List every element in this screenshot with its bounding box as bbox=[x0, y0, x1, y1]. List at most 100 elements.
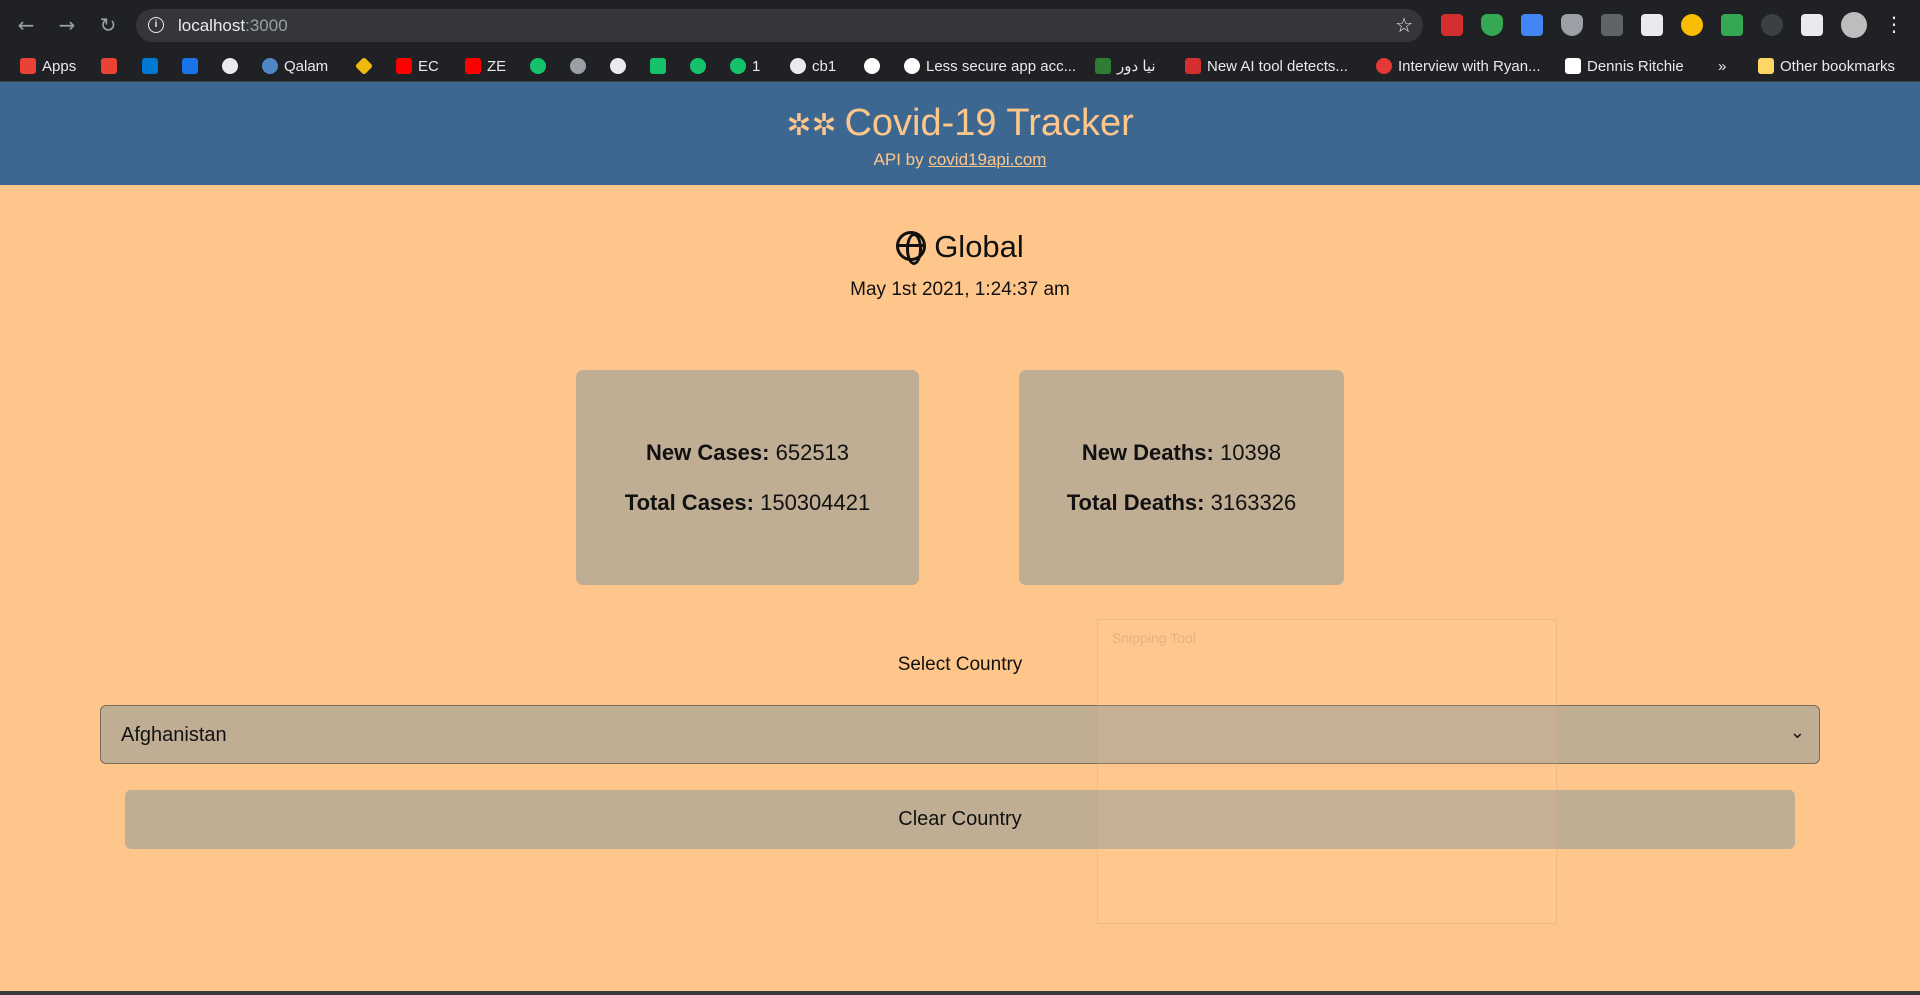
bookmark-interview[interactable]: Interview with Ryan... bbox=[1376, 56, 1541, 76]
back-icon[interactable]: ← bbox=[14, 13, 38, 37]
globe-icon bbox=[790, 58, 806, 74]
virus-icon: ✲✲ bbox=[786, 108, 837, 143]
bookmark-label: ZE bbox=[487, 57, 507, 75]
bookmark-label: نیا دور bbox=[1117, 58, 1156, 75]
deaths-card: New Deaths: 10398 Total Deaths: 3163326 bbox=[1019, 370, 1344, 585]
bookmarks-bar: Apps Qalam EC ZE 1 cb1 Less secure app a… bbox=[0, 50, 1920, 82]
grammarly-icon bbox=[730, 58, 746, 74]
api-credit-prefix: API by bbox=[873, 150, 929, 169]
extension-icon[interactable] bbox=[1761, 14, 1783, 36]
bookmark-terminal[interactable] bbox=[650, 56, 666, 76]
grammarly-icon bbox=[690, 58, 706, 74]
global-heading: Global bbox=[0, 229, 1920, 265]
extension-icon[interactable] bbox=[1721, 14, 1743, 36]
google-icon bbox=[904, 58, 920, 74]
new-deaths-value: 10398 bbox=[1219, 439, 1282, 465]
google-icon bbox=[864, 58, 880, 74]
bookmark-binance[interactable] bbox=[354, 56, 374, 76]
youtube-icon bbox=[465, 58, 481, 74]
bookmark-ze[interactable]: ZE bbox=[465, 56, 506, 76]
bookmark-fi[interactable] bbox=[530, 56, 546, 76]
app-header: ✲✲ Covid-19 Tracker API by covid19api.com bbox=[0, 82, 1920, 185]
wikipedia-icon bbox=[1565, 58, 1581, 74]
timestamp: May 1st 2021, 1:24:37 am bbox=[850, 279, 1070, 300]
bookmark-github[interactable] bbox=[610, 56, 626, 76]
bookmark-star-icon[interactable]: ☆ bbox=[1395, 13, 1413, 37]
gmail-icon bbox=[101, 58, 117, 74]
taskbar-edge bbox=[0, 991, 1920, 995]
bookmark-label: EC bbox=[418, 57, 439, 75]
bookmark-ec[interactable]: EC bbox=[396, 56, 439, 76]
total-deaths-label: Total Deaths: bbox=[1066, 489, 1205, 515]
select-country-label: Select Country bbox=[897, 654, 1023, 675]
extension-icon[interactable] bbox=[1441, 14, 1463, 36]
bookmark-label: Apps bbox=[42, 57, 77, 75]
bookmark-label: Less secure app acc... bbox=[926, 57, 1077, 75]
outlook-icon bbox=[142, 58, 158, 74]
bookmark-site[interactable] bbox=[570, 56, 586, 76]
bookmark-label: cb1 bbox=[812, 57, 837, 75]
puzzle-icon[interactable] bbox=[1801, 14, 1823, 36]
cases-card: New Cases: 652513 Total Cases: 150304421 bbox=[576, 370, 919, 585]
bookmark-apps[interactable]: Apps bbox=[20, 56, 76, 76]
bookmark-other[interactable]: Other bookmarks bbox=[1758, 56, 1895, 76]
shield-extension-icon[interactable] bbox=[1561, 14, 1583, 36]
snipping-tool-overlay: Snipping Tool bbox=[1097, 619, 1557, 924]
site-icon bbox=[182, 58, 198, 74]
shield-extension-icon[interactable] bbox=[1481, 14, 1503, 36]
new-cases-row: New Cases: 652513 bbox=[646, 440, 849, 466]
total-cases-label: Total Cases: bbox=[624, 489, 754, 515]
total-deaths-row: Total Deaths: 3163326 bbox=[1067, 490, 1297, 516]
total-cases-row: Total Cases: 150304421 bbox=[625, 490, 870, 516]
bookmark-globe[interactable] bbox=[222, 56, 238, 76]
url-text[interactable]: localhost:3000 bbox=[178, 16, 288, 36]
country-select-value: Afghanistan bbox=[121, 724, 227, 746]
reload-icon[interactable]: ↻ bbox=[96, 13, 120, 37]
site-icon bbox=[570, 58, 586, 74]
bookmark-qalam[interactable]: Qalam bbox=[262, 56, 328, 76]
bookmark-grammarly[interactable] bbox=[690, 56, 706, 76]
globe-icon bbox=[222, 58, 238, 74]
browser-toolbar: ← → ↻ i localhost:3000 ☆ ⋮ bbox=[0, 0, 1920, 50]
github-icon bbox=[610, 58, 626, 74]
bookmark-naya-daur[interactable]: نیا دور bbox=[1095, 56, 1156, 76]
new-deaths-label: New Deaths: bbox=[1081, 439, 1214, 465]
chrome-extension-icon[interactable] bbox=[1681, 14, 1703, 36]
country-select[interactable]: Afghanistan ⌄ bbox=[100, 705, 1820, 764]
bookmark-label: Dennis Ritchie bbox=[1587, 57, 1684, 75]
extension-icon[interactable] bbox=[1601, 14, 1623, 36]
bookmark-label: Other bookmarks bbox=[1780, 57, 1896, 75]
address-bar[interactable]: i localhost:3000 ☆ bbox=[136, 9, 1423, 42]
extension-icon[interactable] bbox=[1641, 14, 1663, 36]
bookmark-label: Qalam bbox=[284, 57, 329, 75]
api-credit: API by covid19api.com bbox=[0, 150, 1920, 170]
extension-icon[interactable] bbox=[1521, 14, 1543, 36]
fi-icon bbox=[530, 58, 546, 74]
new-cases-label: New Cases: bbox=[645, 439, 770, 465]
url-port: :3000 bbox=[245, 16, 288, 35]
avatar[interactable] bbox=[1841, 12, 1867, 38]
youtube-icon bbox=[396, 58, 412, 74]
menu-icon[interactable]: ⋮ bbox=[1884, 12, 1904, 36]
folder-icon bbox=[1758, 58, 1774, 74]
bookmark-cb1[interactable]: cb1 bbox=[790, 56, 836, 76]
bookmark-less-secure[interactable]: Less secure app acc... bbox=[904, 56, 1076, 76]
bookmark-site[interactable] bbox=[182, 56, 198, 76]
snipping-tool-title: Snipping Tool bbox=[1112, 630, 1196, 646]
new-deaths-row: New Deaths: 10398 bbox=[1082, 440, 1281, 466]
bookmark-label: Interview with Ryan... bbox=[1398, 57, 1541, 75]
api-link[interactable]: covid19api.com bbox=[928, 150, 1046, 169]
binance-icon bbox=[354, 56, 374, 76]
bookmark-gmail[interactable] bbox=[101, 56, 117, 76]
new-cases-value: 652513 bbox=[775, 439, 850, 465]
bookmark-dennis-ritchie[interactable]: Dennis Ritchie bbox=[1565, 56, 1684, 76]
info-icon[interactable]: i bbox=[148, 17, 164, 33]
bookmark-google[interactable] bbox=[864, 56, 880, 76]
bookmark-label: 1 bbox=[752, 57, 761, 75]
total-cases-value: 150304421 bbox=[760, 489, 871, 515]
forward-icon[interactable]: → bbox=[55, 13, 79, 37]
bookmark-grammarly-1[interactable]: 1 bbox=[730, 56, 760, 76]
bookmark-outlook[interactable] bbox=[142, 56, 158, 76]
bookmarks-overflow[interactable]: » bbox=[1718, 56, 1726, 76]
bookmark-ai-tool[interactable]: New AI tool detects... bbox=[1185, 56, 1348, 76]
